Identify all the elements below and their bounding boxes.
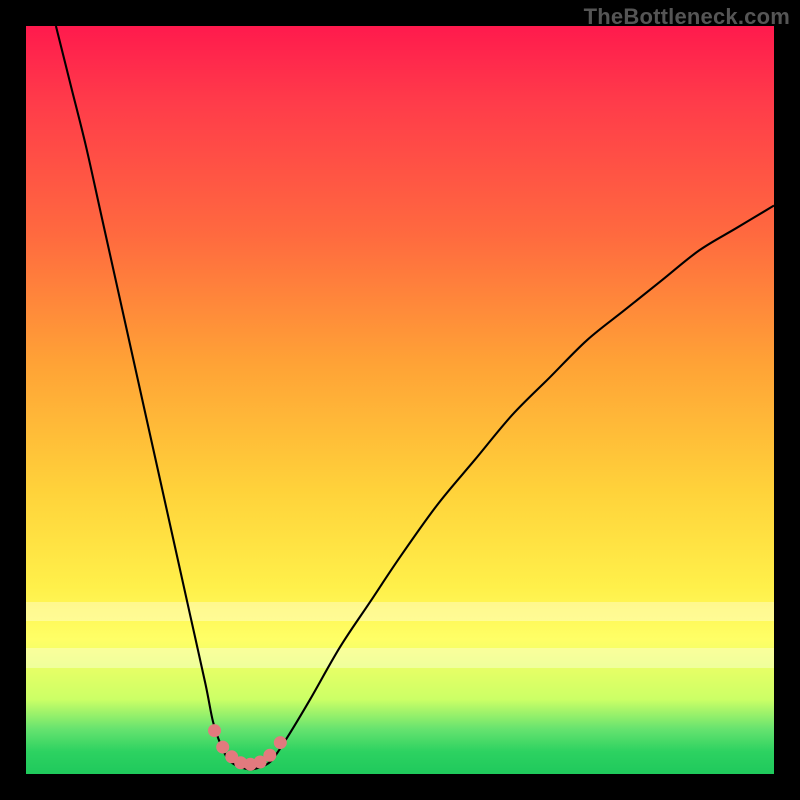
chart-svg xyxy=(26,26,774,774)
attribution-text: TheBottleneck.com xyxy=(584,4,790,30)
chart-plot-area xyxy=(26,26,774,774)
valley-dot xyxy=(263,749,276,762)
valley-dot xyxy=(216,741,229,754)
valley-dots-group xyxy=(208,724,287,771)
valley-dot xyxy=(274,736,287,749)
valley-dot xyxy=(208,724,221,737)
bottleneck-curve xyxy=(56,26,774,770)
